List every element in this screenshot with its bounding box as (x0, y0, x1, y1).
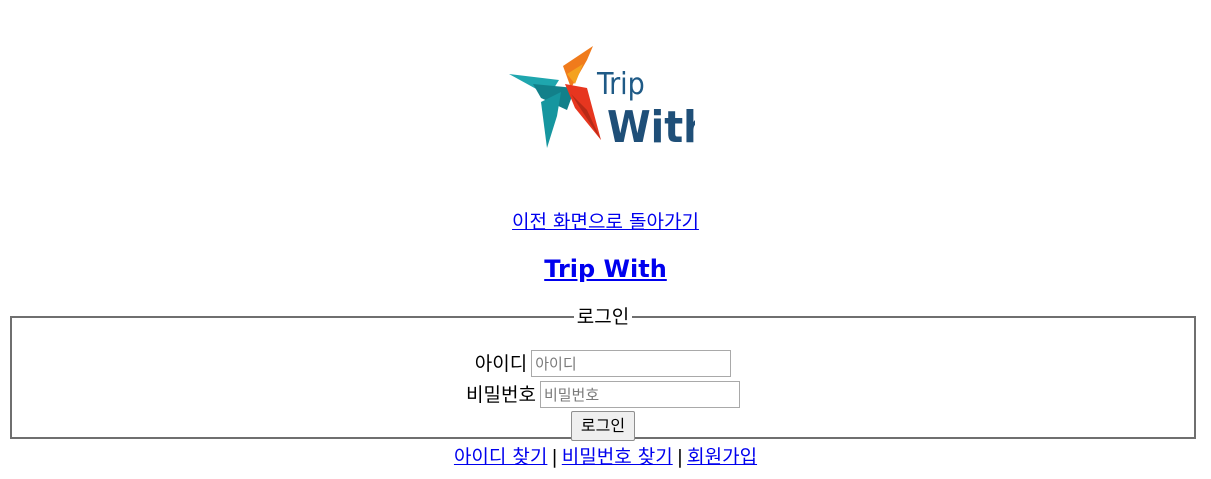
link-separator: | (551, 446, 558, 468)
signup-link[interactable]: 회원가입 (687, 446, 757, 468)
id-row: 아이디 (12, 350, 1194, 377)
site-title: Trip With (0, 253, 1211, 285)
back-link-row: 이전 화면으로 돌아가기 (0, 209, 1211, 235)
back-link[interactable]: 이전 화면으로 돌아가기 (512, 211, 699, 233)
login-legend: 로그인 (576, 306, 630, 328)
password-input[interactable] (539, 381, 740, 408)
trip-with-logo: Trip With (505, 44, 695, 152)
link-separator: | (676, 446, 684, 468)
logo-text-trip: Trip (596, 67, 645, 102)
find-password-link[interactable]: 비밀번호 찾기 (562, 446, 673, 468)
submit-row: 로그인 (12, 411, 1194, 441)
login-button[interactable]: 로그인 (570, 411, 636, 441)
password-row: 비밀번호 (12, 381, 1194, 408)
id-input[interactable] (531, 350, 732, 377)
password-label: 비밀번호 (466, 383, 536, 406)
logo-text-with: With (607, 102, 695, 152)
login-fieldset: 로그인 아이디 비밀번호 로그인 (10, 306, 1196, 441)
find-id-link[interactable]: 아이디 찾기 (454, 446, 547, 468)
id-label: 아이디 (474, 352, 528, 375)
site-title-link[interactable]: Trip With (544, 255, 667, 283)
account-links: 아이디 찾기 | 비밀번호 찾기 | 회원가입 (0, 444, 1211, 470)
